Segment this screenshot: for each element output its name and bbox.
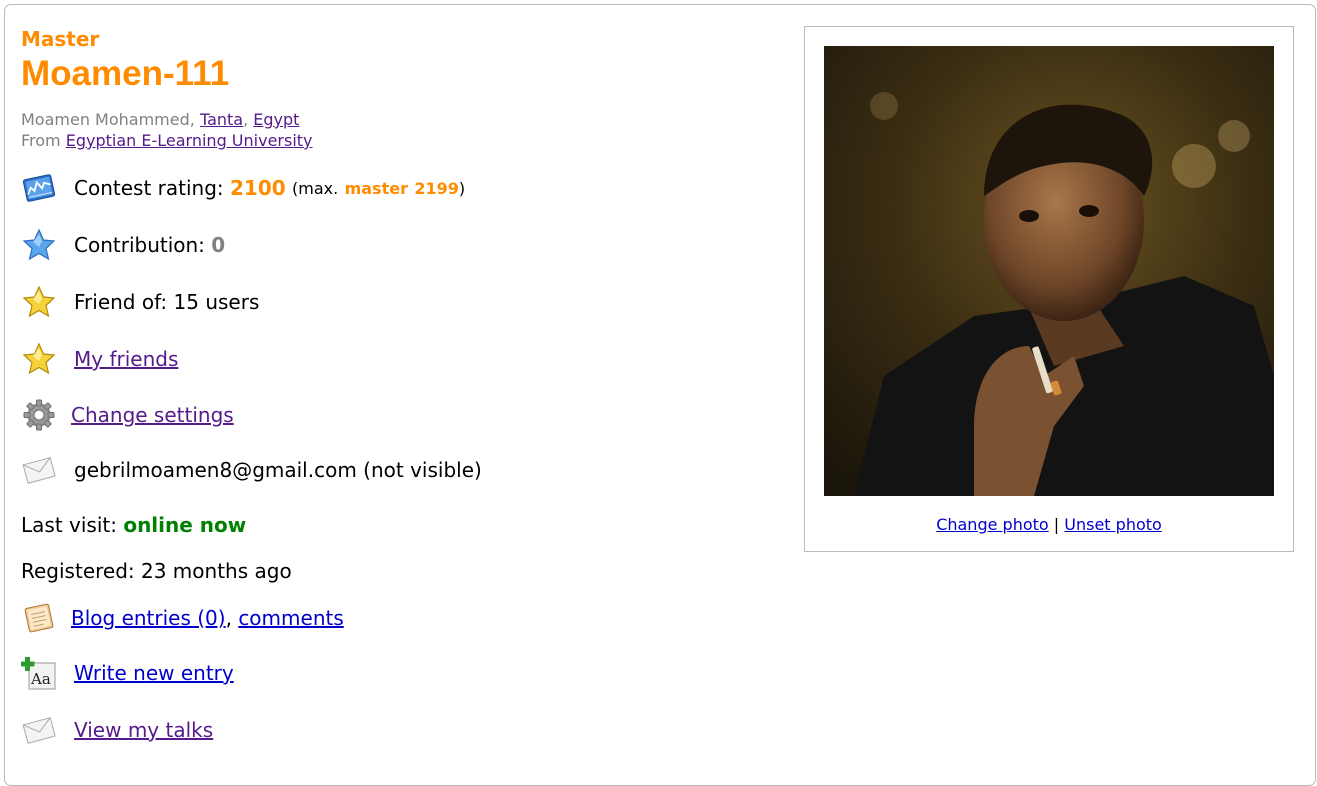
photo-frame: Change photo | Unset photo [804,26,1294,552]
photo-actions: Change photo | Unset photo [805,515,1293,534]
view-my-talks-row: View my talks [21,712,213,748]
city-link[interactable]: Tanta [200,110,243,129]
contest-rating-value: 2100 [230,176,286,200]
photo-link-separator: | [1053,515,1060,534]
blog-entries-row: Blog entries (0), comments [21,600,344,636]
my-friends-row: My friends [21,341,178,377]
max-rating-suffix: ) [458,178,466,198]
email-row: gebrilmoamen8@gmail.com (not visible) [21,452,482,488]
talks-envelope-icon [21,712,57,748]
country-link[interactable]: Egypt [253,110,299,129]
organization-link[interactable]: Egyptian E-Learning University [66,131,313,150]
rating-chart-icon [21,170,57,206]
user-location-line: Moamen Mohammed, Tanta, Egypt [21,110,300,129]
change-photo-link[interactable]: Change photo [936,515,1049,534]
friend-of-text: Friend of: 15 users [74,290,260,314]
svg-text:Aa: Aa [30,670,51,688]
friend-star-icon [21,284,57,320]
envelope-icon [21,452,57,488]
contribution-star-icon [21,227,57,263]
write-new-entry-link[interactable]: Write new entry [74,661,234,685]
contribution-row: Contribution: 0 [21,227,225,263]
view-my-talks-link[interactable]: View my talks [74,718,213,742]
change-settings-link[interactable]: Change settings [71,403,234,427]
friend-of-row: Friend of: 15 users [21,284,259,320]
user-full-name: Moamen Mohammed [21,110,190,129]
user-handle: Moamen-111 [21,54,230,93]
write-entry-icon: Aa [21,655,57,691]
change-settings-row: Change settings [21,397,234,433]
contribution-value: 0 [211,233,226,257]
user-organization-line: From Egyptian E-Learning University [21,131,313,150]
write-new-entry-row: Aa Write new entry [21,655,234,691]
unset-photo-link[interactable]: Unset photo [1064,515,1162,534]
max-rating-prefix: (max. [292,178,339,198]
my-friends-link[interactable]: My friends [74,347,178,371]
last-visit-label: Last visit: [21,513,117,537]
contest-rating-row: Contest rating: 2100 (max. master 2199 ) [21,170,465,206]
last-visit-line: Last visit: online now [21,513,246,537]
last-visit-status: online now [123,513,247,537]
blog-notebook-icon [21,600,57,636]
contest-rating-label: Contest rating: [74,176,224,200]
from-label: From [21,131,61,150]
user-avatar-photo [824,46,1274,496]
blog-entries-link[interactable]: Blog entries (0) [71,606,226,630]
settings-gear-icon [21,397,57,433]
registered-text: Registered: 23 months ago [21,559,292,583]
max-rating-value: 2199 [414,178,459,198]
friends-star-icon [21,341,57,377]
comments-link[interactable]: comments [238,606,343,630]
email-text: gebrilmoamen8@gmail.com (not visible) [74,458,482,482]
max-rank: master [344,178,408,198]
contribution-label: Contribution: [74,233,205,257]
user-rank: Master [21,27,100,51]
